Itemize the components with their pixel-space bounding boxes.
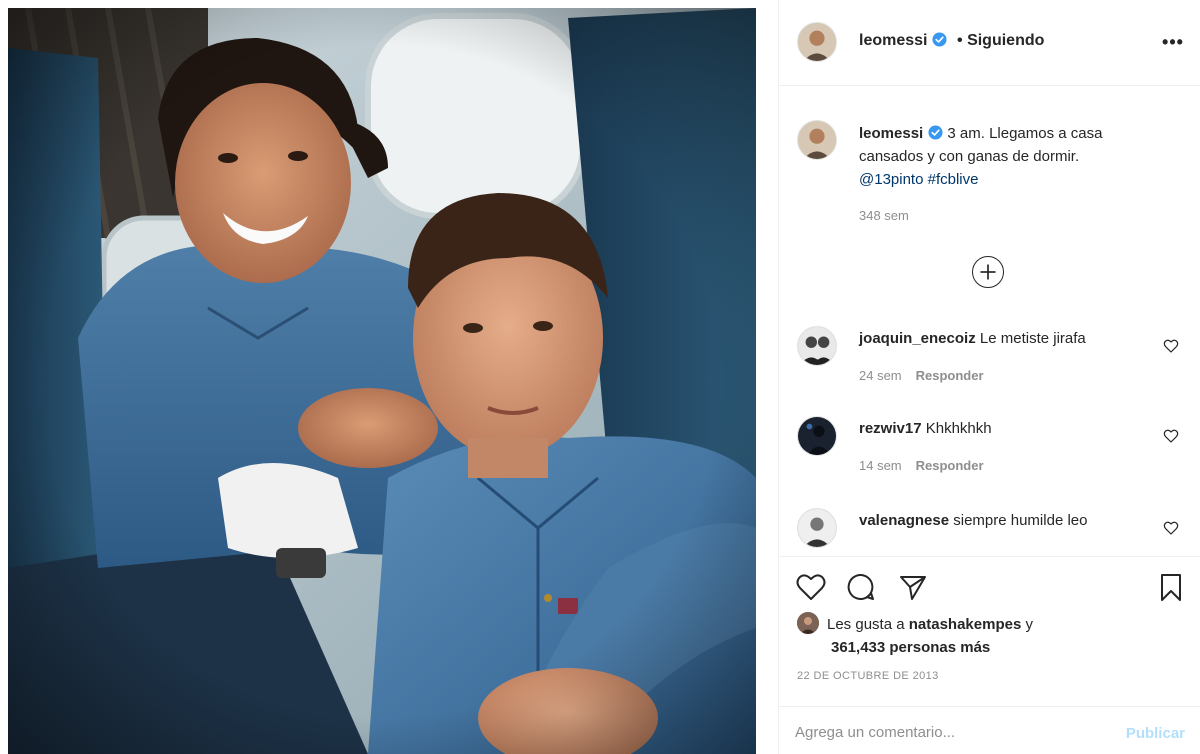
- comment-time[interactable]: 24 sem: [859, 368, 902, 383]
- photo-pane: [0, 0, 778, 754]
- comment-body: siempre humilde leo: [953, 512, 1088, 529]
- comment-username[interactable]: rezwiv17: [859, 420, 922, 437]
- comment-text: rezwiv17 Khkhkhkh: [859, 420, 992, 437]
- liker-avatar[interactable]: [797, 612, 819, 634]
- share-send-icon[interactable]: [897, 571, 929, 603]
- caption-hashtag-link[interactable]: #fcblive: [928, 171, 979, 188]
- post-photo-illustration: [8, 8, 756, 754]
- comment-text: joaquin_enecoiz Le metiste jirafa: [859, 330, 1086, 347]
- comment-meta: 14 sem Responder: [859, 458, 984, 473]
- follow-status[interactable]: • Siguiendo: [957, 32, 1044, 50]
- like-heart-icon[interactable]: [795, 571, 827, 603]
- account-username-text[interactable]: leomessi: [859, 32, 927, 49]
- add-comment-bar: Publicar: [779, 706, 1200, 754]
- comment-username[interactable]: valenagnese: [859, 512, 949, 529]
- likes-prefix: Les gusta a: [827, 616, 905, 633]
- comment-avatar[interactable]: [797, 416, 837, 456]
- verified-badge-icon: [928, 125, 943, 140]
- avatar-image-icon: [798, 23, 836, 61]
- comment-body: Khkhkhkh: [925, 420, 992, 437]
- follow-state-label[interactable]: Siguiendo: [967, 32, 1044, 49]
- comment-avatar[interactable]: [797, 508, 837, 548]
- comment-reply-button[interactable]: Responder: [916, 458, 984, 473]
- comment-bubble-icon[interactable]: [845, 571, 877, 603]
- caption-text: leomessi 3 am. Llegamos a casa cansados …: [859, 122, 1159, 191]
- caption-timestamp[interactable]: 348 sem: [859, 208, 909, 223]
- comment-reply-button[interactable]: Responder: [916, 368, 984, 383]
- heart-outline-icon[interactable]: [1163, 428, 1179, 444]
- avatar-image-icon: [798, 327, 836, 365]
- likes-connector: y: [1025, 616, 1033, 633]
- verified-badge-icon: [932, 32, 948, 47]
- comment-avatar[interactable]: [797, 326, 837, 366]
- comment-item: valenagnese siempre humilde leo: [779, 508, 1200, 554]
- comment-input[interactable]: [795, 719, 1115, 745]
- caption-mention-link[interactable]: @13pinto: [859, 171, 923, 188]
- publish-button[interactable]: Publicar: [1126, 725, 1185, 742]
- comment-body: Le metiste jirafa: [979, 330, 1086, 347]
- account-username[interactable]: leomessi: [859, 32, 948, 50]
- comment-time[interactable]: 14 sem: [859, 458, 902, 473]
- comment-username[interactable]: joaquin_enecoiz: [859, 330, 976, 347]
- avatar-image-icon: [798, 509, 836, 547]
- likes-summary: Les gusta a natashakempes y 361,433 pers…: [797, 612, 1187, 659]
- caption-avatar[interactable]: [797, 120, 837, 160]
- save-bookmark-icon[interactable]: [1155, 571, 1187, 603]
- heart-outline-icon[interactable]: [1163, 520, 1179, 536]
- avatar-image-icon: [797, 612, 819, 634]
- header-separator: •: [957, 32, 963, 49]
- post-actions-bar: [779, 556, 1200, 616]
- post-photo[interactable]: [8, 8, 756, 754]
- more-options-button[interactable]: •••: [1159, 28, 1187, 56]
- account-avatar[interactable]: [797, 22, 837, 62]
- post-side-panel: leomessi • Siguiendo ••• leomessi 3 am. …: [778, 0, 1200, 754]
- liker-username[interactable]: natashakempes: [909, 616, 1022, 633]
- caption-username[interactable]: leomessi: [859, 125, 923, 142]
- post-date[interactable]: 22 DE OCTUBRE DE 2013: [797, 670, 939, 682]
- comment-item: rezwiv17 Khkhkhkh 14 sem Responder: [779, 416, 1200, 496]
- load-more-comments-button[interactable]: [972, 256, 1004, 288]
- heart-outline-icon[interactable]: [1163, 338, 1179, 354]
- comment-meta: 24 sem Responder: [859, 368, 984, 383]
- comment-text: valenagnese siempre humilde leo: [859, 512, 1087, 529]
- avatar-image-icon: [798, 417, 836, 455]
- comment-item: joaquin_enecoiz Le metiste jirafa 24 sem…: [779, 326, 1200, 406]
- likes-count[interactable]: 361,433 personas más: [831, 639, 990, 656]
- plus-circle-icon: [980, 264, 996, 280]
- avatar-image-icon: [798, 121, 836, 159]
- post-header: leomessi • Siguiendo •••: [779, 0, 1200, 86]
